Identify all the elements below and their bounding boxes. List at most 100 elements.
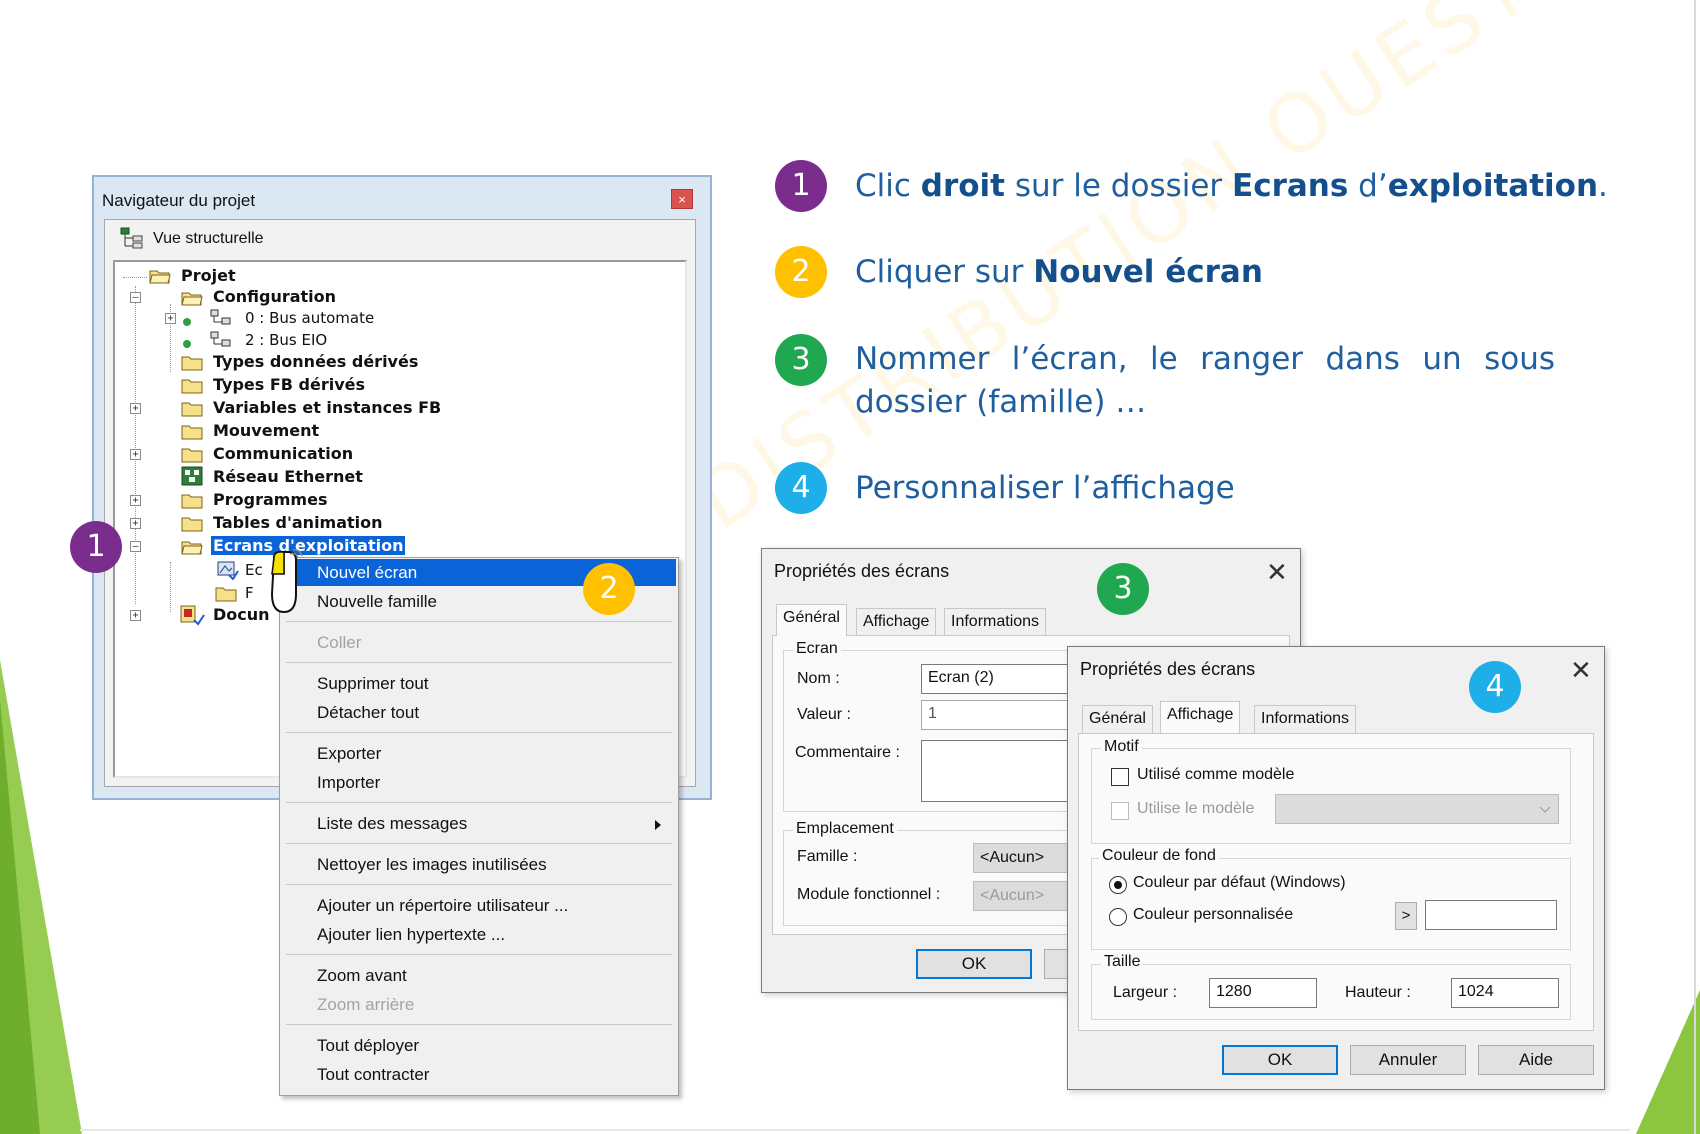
folder-icon bbox=[181, 448, 203, 463]
status-ok-icon bbox=[183, 318, 191, 326]
menu-separator bbox=[286, 954, 672, 955]
collapse-icon[interactable]: – bbox=[130, 541, 141, 552]
menu-separator bbox=[286, 843, 672, 844]
utilise-comme-modele-label: Utilisé comme modèle bbox=[1137, 766, 1295, 783]
menu-item-supprimer-tout[interactable]: Supprimer tout bbox=[317, 674, 429, 694]
tree-node-reseau-ethernet[interactable]: Réseau Ethernet bbox=[213, 467, 363, 486]
properties-dialog-affichage: Propriétés des écrans ✕ 4 Général Affich… bbox=[1067, 646, 1605, 1090]
ok-button[interactable]: OK bbox=[916, 949, 1032, 979]
couleur-personnalisee-input[interactable] bbox=[1425, 900, 1557, 930]
folder-open-icon bbox=[181, 292, 203, 306]
group-title-taille: Taille bbox=[1101, 953, 1144, 971]
expand-icon[interactable]: + bbox=[130, 610, 141, 621]
menu-separator bbox=[286, 621, 672, 622]
step-badge-1: 1 bbox=[70, 521, 122, 573]
tab-general[interactable]: Général bbox=[1082, 705, 1153, 733]
tree-node-communication[interactable]: Communication bbox=[213, 444, 353, 463]
network-icon bbox=[181, 466, 203, 486]
folder-icon bbox=[215, 587, 237, 602]
utilise-le-modele-label: Utilise le modèle bbox=[1137, 800, 1255, 817]
expand-icon[interactable]: + bbox=[130, 495, 141, 506]
menu-separator bbox=[286, 884, 672, 885]
menu-item-ajouter-lien[interactable]: Ajouter lien hypertexte ... bbox=[317, 925, 505, 945]
mouse-icon bbox=[270, 549, 303, 614]
menu-item-coller: Coller bbox=[317, 633, 362, 652]
hauteur-input[interactable]: 1024 bbox=[1451, 978, 1559, 1008]
dialog-title: Propriétés des écrans bbox=[774, 561, 950, 581]
aide-button[interactable]: Aide bbox=[1478, 1045, 1594, 1075]
step-badge-3: 3 bbox=[1097, 563, 1149, 615]
step-badge-2: 2 bbox=[775, 246, 827, 298]
couleur-personnalisee-radio[interactable] bbox=[1109, 908, 1127, 926]
close-icon[interactable]: ✕ bbox=[1266, 559, 1288, 585]
menu-item-ajouter-repertoire[interactable]: Ajouter un répertoire utilisateur ... bbox=[317, 896, 568, 916]
annuler-button[interactable]: Annuler bbox=[1350, 1045, 1466, 1075]
expand-icon[interactable]: + bbox=[130, 518, 141, 529]
folder-open-icon bbox=[181, 541, 203, 555]
largeur-input[interactable]: 1280 bbox=[1209, 978, 1317, 1008]
tree-node-bus-automate[interactable]: 0 : Bus automate bbox=[245, 309, 374, 327]
context-menu: Nouvel écran Nouvelle famille Coller Sup… bbox=[279, 557, 679, 1096]
tree-node-types-donnees[interactable]: Types données dérivés bbox=[213, 352, 418, 371]
tab-affichage[interactable]: Affichage bbox=[856, 608, 937, 636]
nom-label: Nom : bbox=[797, 670, 840, 687]
instruction-step-4: Personnaliser l’affichage bbox=[855, 470, 1235, 506]
menu-separator bbox=[286, 732, 672, 733]
collapse-icon[interactable]: – bbox=[130, 292, 141, 303]
menu-item-tout-contracter[interactable]: Tout contracter bbox=[317, 1065, 429, 1085]
commentaire-label: Commentaire : bbox=[795, 744, 900, 761]
folder-icon bbox=[181, 517, 203, 532]
menu-item-nouvel-ecran[interactable]: Nouvel écran bbox=[317, 563, 417, 583]
menu-item-tout-deployer[interactable]: Tout déployer bbox=[317, 1036, 419, 1056]
expand-icon[interactable]: + bbox=[130, 403, 141, 414]
color-picker-button[interactable]: > bbox=[1395, 902, 1417, 930]
tree-node-famille-child[interactable]: F bbox=[245, 584, 254, 602]
famille-label: Famille : bbox=[797, 848, 858, 865]
ok-button[interactable]: OK bbox=[1222, 1045, 1338, 1075]
menu-item-exporter[interactable]: Exporter bbox=[317, 744, 381, 764]
tree-node-configuration[interactable]: Configuration bbox=[213, 287, 336, 306]
tree-node-bus-eio[interactable]: 2 : Bus EIO bbox=[245, 331, 327, 349]
close-icon[interactable]: × bbox=[671, 189, 693, 209]
tree-node-programmes[interactable]: Programmes bbox=[213, 490, 327, 509]
menu-item-zoom-arriere: Zoom arrière bbox=[317, 995, 415, 1014]
expand-icon[interactable]: + bbox=[130, 449, 141, 460]
utilise-le-modele-checkbox bbox=[1111, 802, 1129, 820]
tab-page-affichage: Motif Utilisé comme modèle Utilise le mo… bbox=[1078, 733, 1594, 1031]
menu-item-zoom-avant[interactable]: Zoom avant bbox=[317, 966, 407, 986]
window-title: Navigateur du projet bbox=[102, 191, 256, 210]
tab-informations[interactable]: Informations bbox=[944, 608, 1047, 636]
menu-item-nouvelle-famille[interactable]: Nouvelle famille bbox=[317, 592, 437, 612]
close-icon[interactable]: ✕ bbox=[1570, 657, 1592, 683]
instruction-step-3: Nommer l’écran, le ranger dans un sous d… bbox=[855, 341, 1555, 420]
couleur-defaut-radio[interactable] bbox=[1109, 876, 1127, 894]
tab-informations[interactable]: Informations bbox=[1254, 705, 1357, 733]
submenu-arrow-icon bbox=[655, 820, 661, 830]
menu-item-liste-messages[interactable]: Liste des messages bbox=[317, 814, 467, 834]
menu-item-detacher-tout[interactable]: Détacher tout bbox=[317, 703, 419, 723]
tree-node-projet[interactable]: Projet bbox=[181, 266, 236, 285]
folder-icon bbox=[181, 402, 203, 417]
screen-icon bbox=[217, 561, 239, 580]
folder-open-icon bbox=[149, 270, 171, 284]
tree-node-tables-animation[interactable]: Tables d'animation bbox=[213, 513, 383, 532]
status-ok-icon bbox=[183, 340, 191, 348]
hauteur-label: Hauteur : bbox=[1345, 984, 1411, 1001]
menu-item-importer[interactable]: Importer bbox=[317, 773, 380, 793]
folder-icon bbox=[181, 356, 203, 371]
tree-node-variables[interactable]: Variables et instances FB bbox=[213, 398, 441, 417]
step-badge-3: 3 bbox=[775, 334, 827, 386]
tab-general[interactable]: Général bbox=[776, 604, 847, 636]
tab-affichage[interactable]: Affichage bbox=[1160, 701, 1241, 733]
tree-node-types-fb[interactable]: Types FB dérivés bbox=[213, 375, 365, 394]
folder-icon bbox=[181, 425, 203, 440]
documentation-icon bbox=[180, 605, 205, 626]
expand-icon[interactable]: + bbox=[165, 313, 176, 324]
chevron-down-icon bbox=[1539, 806, 1551, 813]
step-badge-1: 1 bbox=[775, 160, 827, 212]
utilise-comme-modele-checkbox[interactable] bbox=[1111, 768, 1129, 786]
group-title-ecran: Ecran bbox=[793, 640, 841, 658]
tree-node-mouvement[interactable]: Mouvement bbox=[213, 421, 319, 440]
instruction-step-1: Clic droit sur le dossier Ecrans d’explo… bbox=[855, 168, 1608, 204]
menu-item-nettoyer-images[interactable]: Nettoyer les images inutilisées bbox=[317, 855, 547, 875]
